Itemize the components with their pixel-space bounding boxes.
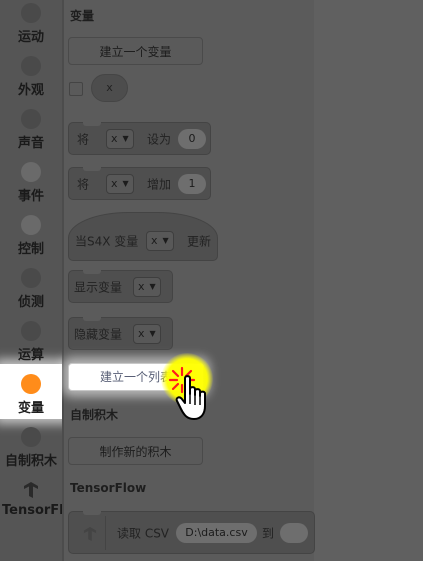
block-text: 设为 — [147, 132, 172, 146]
variable-dropdown[interactable]: x ▼ — [133, 323, 161, 344]
target-input[interactable] — [280, 522, 308, 543]
dropdown-arrow-icon: ▼ — [162, 236, 169, 245]
variable-dropdown[interactable]: x ▼ — [133, 276, 161, 297]
category-label: 声音 — [17, 136, 44, 151]
change-variable-block[interactable]: 将 x ▼ 增加 1 — [68, 167, 211, 200]
dropdown-arrow-icon: ▼ — [122, 133, 129, 143]
block-separator — [105, 516, 106, 550]
motion-category-dot-icon — [21, 3, 41, 23]
dropdown-value: x — [111, 176, 118, 190]
variables-category-dot-icon — [21, 374, 41, 394]
dropdown-value: x — [111, 131, 118, 145]
category-label: 变量 — [17, 401, 44, 416]
my-blocks-category-dot-icon — [21, 427, 41, 447]
block-text: 将 — [77, 177, 90, 191]
variable-dropdown[interactable]: x ▼ — [146, 231, 174, 251]
category-label: 运算 — [17, 348, 44, 363]
looks-category-dot-icon — [21, 56, 41, 76]
make-variable-button[interactable]: 建立一个变量 — [68, 37, 203, 65]
block-text: 当S4X 变量 — [75, 234, 139, 249]
category-control[interactable]: 控制 — [0, 212, 62, 265]
sensing-category-dot-icon — [21, 268, 41, 288]
category-label: 控制 — [17, 242, 44, 257]
block-notch — [83, 317, 101, 321]
category-label: 运动 — [17, 30, 44, 45]
dropdown-value: x — [138, 326, 145, 340]
category-events[interactable]: 事件 — [0, 159, 62, 212]
category-motion[interactable]: 运动 — [0, 0, 62, 53]
my-blocks-heading: 自制积木 — [70, 408, 119, 422]
hide-variable-block[interactable]: 隐藏变量 x ▼ — [68, 317, 173, 350]
category-label: 外观 — [17, 83, 44, 98]
block-text: 到 — [262, 526, 275, 540]
category-label: 自制积木 — [4, 454, 57, 469]
show-variable-block[interactable]: 显示变量 x ▼ — [68, 270, 173, 303]
category-my-blocks[interactable]: 自制积木 — [0, 424, 62, 477]
variable-reporter-label: x — [106, 81, 113, 94]
block-text: 显示变量 — [74, 280, 123, 294]
csv-path-input[interactable]: D:\data.csv — [176, 522, 257, 543]
variables-heading: 变量 — [70, 9, 95, 23]
workspace-area — [314, 0, 423, 561]
block-notch — [83, 167, 101, 171]
category-sensing[interactable]: 侦测 — [0, 265, 62, 318]
tensorflow-icon — [24, 482, 38, 498]
category-tensorflow[interactable]: TensorFlow — [0, 477, 85, 530]
category-variables[interactable]: 变量 — [0, 371, 62, 424]
hand-pointer-icon — [175, 375, 206, 420]
make-block-button[interactable]: 制作新的积木 — [68, 437, 203, 465]
operators-category-dot-icon — [21, 321, 41, 341]
block-text: 将 — [77, 132, 90, 146]
value-input[interactable]: 1 — [178, 173, 206, 194]
control-category-dot-icon — [21, 215, 41, 235]
dropdown-value: x — [138, 279, 145, 293]
category-operators[interactable]: 运算 — [0, 318, 62, 371]
when-variable-updated-hat-block[interactable]: 当S4X 变量 x ▼ 更新 — [68, 212, 218, 261]
tensorflow-heading: TensorFlow — [70, 481, 147, 495]
tensorflow-icon — [83, 527, 97, 541]
block-notch — [83, 122, 101, 126]
dropdown-value: x — [151, 234, 158, 247]
block-text: 更新 — [187, 234, 212, 249]
variable-dropdown[interactable]: x ▼ — [106, 128, 134, 149]
sound-category-dot-icon — [21, 109, 41, 129]
block-notch — [83, 511, 101, 515]
block-text: 隐藏变量 — [74, 327, 123, 341]
dropdown-arrow-icon: ▼ — [149, 281, 156, 291]
category-sound[interactable]: 声音 — [0, 106, 62, 159]
block-text: 增加 — [147, 177, 172, 191]
block-notch — [83, 270, 101, 274]
dropdown-arrow-icon: ▼ — [122, 178, 129, 188]
value-input[interactable]: 0 — [178, 128, 206, 149]
category-looks[interactable]: 外观 — [0, 53, 62, 106]
set-variable-block[interactable]: 将 x ▼ 设为 0 — [68, 122, 211, 155]
category-label: 事件 — [17, 189, 44, 204]
variable-monitor-checkbox[interactable] — [69, 82, 83, 96]
read-csv-block[interactable]: 读取 CSV D:\data.csv 到 — [68, 511, 315, 554]
events-category-dot-icon — [21, 162, 41, 182]
block-text: 读取 CSV — [117, 526, 170, 540]
dropdown-arrow-icon: ▼ — [149, 328, 156, 338]
variable-dropdown[interactable]: x ▼ — [106, 173, 134, 194]
variable-reporter-block[interactable]: x — [91, 74, 128, 102]
category-label: 侦测 — [17, 295, 44, 310]
